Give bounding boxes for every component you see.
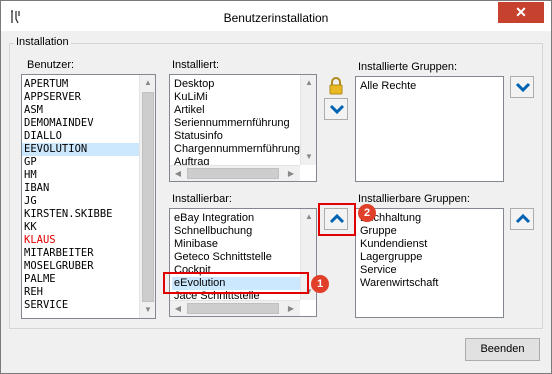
callout-box-up-button bbox=[318, 203, 356, 236]
users-scroll-thumb[interactable] bbox=[142, 92, 154, 302]
list-item[interactable]: EEVOLUTION bbox=[22, 143, 140, 156]
installed-hscroll-thumb[interactable] bbox=[187, 168, 279, 179]
list-item[interactable]: KLAUS bbox=[22, 234, 140, 247]
list-item[interactable]: ASM bbox=[22, 104, 140, 117]
list-item[interactable]: Chargennummernführung bbox=[172, 143, 302, 156]
scroll-down-arrow-icon[interactable]: ▼ bbox=[140, 302, 155, 318]
lock-icon[interactable] bbox=[326, 76, 346, 96]
callout-box-eevolution bbox=[163, 272, 309, 294]
title-bar: Benutzerinstallation ✕ bbox=[1, 1, 551, 31]
scroll-up-arrow-icon[interactable]: ▲ bbox=[301, 75, 316, 91]
group-move-down-button[interactable] bbox=[510, 76, 534, 98]
list-item[interactable]: HM bbox=[22, 169, 140, 182]
installable-groups-label: Installierbare Gruppen: bbox=[358, 193, 470, 205]
installation-group-label: Installation bbox=[14, 36, 71, 48]
installable-groups-list: Buchhaltung Gruppe Kundendienst Lagergruppe… bbox=[358, 212, 498, 290]
list-item[interactable]: eBay Integration bbox=[172, 212, 302, 225]
users-scrollbar[interactable]: ▲ ▼ bbox=[139, 75, 155, 318]
close-window-button[interactable]: ✕ bbox=[498, 2, 544, 23]
list-item[interactable]: APERTUM bbox=[22, 78, 140, 91]
chevron-down-icon bbox=[329, 104, 345, 115]
list-item[interactable]: Lagergruppe bbox=[358, 251, 498, 264]
list-item[interactable]: JG bbox=[22, 195, 140, 208]
scroll-left-arrow-icon[interactable]: ◀ bbox=[170, 301, 186, 316]
installable-groups-listbox[interactable]: Buchhaltung Gruppe Kundendienst Lagergruppe… bbox=[355, 208, 504, 318]
list-item[interactable]: Desktop bbox=[172, 78, 302, 91]
installed-hscroll[interactable]: ◀ ▶ bbox=[170, 165, 300, 181]
installed-groups-listbox[interactable]: Alle Rechte bbox=[355, 76, 504, 182]
installed-groups-label: Installierte Gruppen: bbox=[358, 61, 458, 73]
scroll-left-arrow-icon[interactable]: ◀ bbox=[170, 166, 186, 181]
list-item[interactable]: Service bbox=[358, 264, 498, 277]
list-item[interactable]: GP bbox=[22, 156, 140, 169]
window-title: Benutzerinstallation bbox=[223, 11, 329, 25]
scroll-right-arrow-icon[interactable]: ▶ bbox=[283, 301, 299, 316]
list-item[interactable]: Warenwirtschaft bbox=[358, 277, 498, 290]
list-item[interactable]: SERVICE bbox=[22, 299, 140, 312]
list-item[interactable]: Kundendienst bbox=[358, 238, 498, 251]
list-item[interactable]: Schnellbuchung bbox=[172, 225, 302, 238]
group-move-up-button[interactable] bbox=[510, 208, 534, 230]
installed-list: Desktop KuLiMi Artikel Seriennummernführung… bbox=[172, 78, 302, 169]
users-listbox[interactable]: APERTUM APPSERVER ASM DEMOMAINDEV DIALLO EEVO… bbox=[21, 74, 156, 319]
list-item[interactable]: Statusinfo bbox=[172, 130, 302, 143]
chevron-down-icon bbox=[515, 82, 531, 93]
chevron-up-icon bbox=[515, 213, 531, 224]
installable-listbox[interactable]: eBay Integration Schnellbuchung Minibase Ge… bbox=[169, 208, 317, 317]
users-label: Benutzer: bbox=[27, 59, 75, 71]
list-item[interactable]: IBAN bbox=[22, 182, 140, 195]
list-item[interactable]: PALME bbox=[22, 273, 140, 286]
list-item[interactable]: KIRSTEN.SKIBBE bbox=[22, 208, 140, 221]
installed-label: Installiert: bbox=[172, 59, 220, 71]
installable-label: Installierbar: bbox=[172, 193, 232, 205]
list-item[interactable]: MOSELGRUBER bbox=[22, 260, 140, 273]
list-item[interactable]: Alle Rechte bbox=[358, 80, 498, 93]
list-item[interactable]: Gruppe bbox=[358, 225, 498, 238]
list-item[interactable]: Seriennummernführung bbox=[172, 117, 302, 130]
scroll-up-arrow-icon[interactable]: ▲ bbox=[140, 75, 155, 91]
step-badge-2: 2 bbox=[358, 204, 376, 222]
list-item[interactable]: KuLiMi bbox=[172, 91, 302, 104]
move-down-button[interactable] bbox=[324, 98, 348, 120]
close-button[interactable]: Beenden bbox=[465, 338, 540, 361]
list-item[interactable]: Artikel bbox=[172, 104, 302, 117]
step-badge-1: 1 bbox=[311, 275, 329, 293]
list-item[interactable]: Buchhaltung bbox=[358, 212, 498, 225]
scroll-down-arrow-icon[interactable]: ▼ bbox=[301, 149, 316, 165]
list-item[interactable]: Geteco Schnittstelle bbox=[172, 251, 302, 264]
scroll-right-arrow-icon[interactable]: ▶ bbox=[283, 166, 299, 181]
list-item[interactable]: REH bbox=[22, 286, 140, 299]
installed-vscroll[interactable]: ▲ ▼ bbox=[300, 75, 316, 165]
list-item[interactable]: DEMOMAINDEV bbox=[22, 117, 140, 130]
installable-hscroll[interactable]: ◀ ▶ bbox=[170, 300, 300, 316]
users-list: APERTUM APPSERVER ASM DEMOMAINDEV DIALLO EEVO… bbox=[22, 78, 140, 312]
scroll-up-arrow-icon[interactable]: ▲ bbox=[301, 209, 316, 225]
list-item[interactable]: DIALLO bbox=[22, 130, 140, 143]
list-item[interactable]: APPSERVER bbox=[22, 91, 140, 104]
installable-hscroll-thumb[interactable] bbox=[187, 303, 279, 314]
list-item[interactable]: MITARBEITER bbox=[22, 247, 140, 260]
list-item[interactable]: KK bbox=[22, 221, 140, 234]
installed-groups-list: Alle Rechte bbox=[358, 80, 498, 93]
installed-listbox[interactable]: Desktop KuLiMi Artikel Seriennummernführung… bbox=[169, 74, 317, 182]
list-item[interactable]: Minibase bbox=[172, 238, 302, 251]
